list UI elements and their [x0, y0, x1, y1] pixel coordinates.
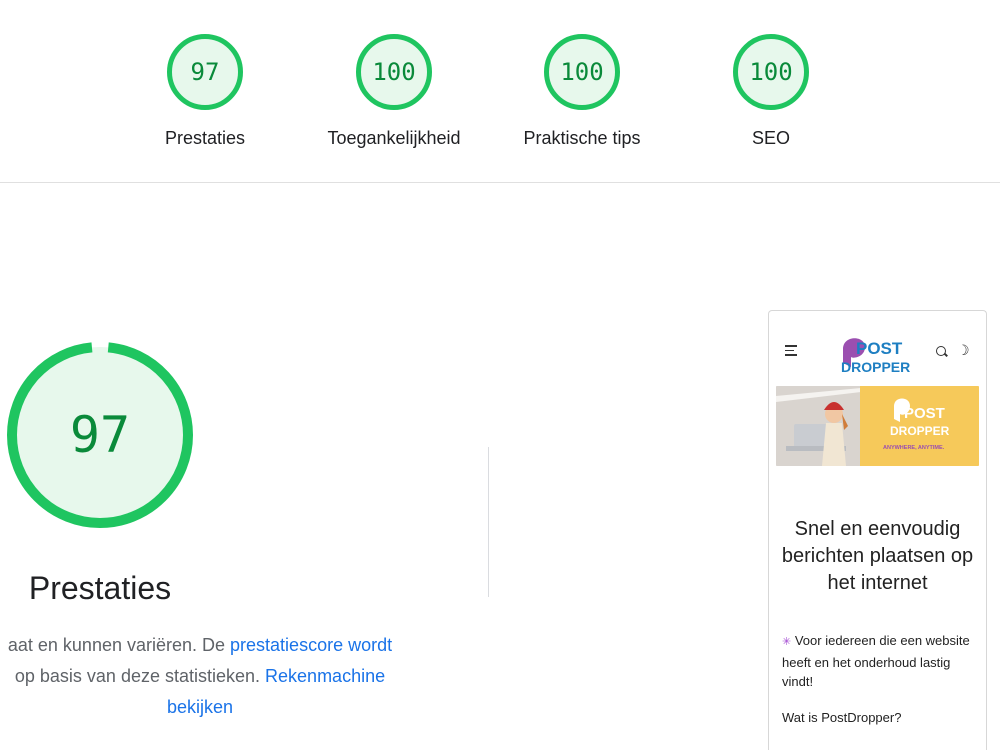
section-divider	[488, 447, 489, 597]
logo-text: POST	[856, 339, 903, 358]
final-screenshot-preview[interactable]: POST DROPPER ☽ POST DROPPER ANYWHERE, AN…	[768, 310, 987, 750]
score-ring: 100	[733, 34, 809, 110]
banner-tagline: ANYWHERE, ANYTIME.	[883, 445, 945, 451]
score-value: 100	[560, 58, 604, 86]
sparkle-icon: ✳	[782, 636, 792, 648]
category-title: Prestaties	[28, 570, 172, 606]
description-text: aat en kunnen variëren. De	[7, 635, 231, 655]
score-label: SEO	[751, 128, 790, 148]
menu-icon	[785, 345, 797, 359]
search-icon[interactable]	[936, 346, 946, 356]
score-gauge-performance[interactable]: 97 Prestaties	[120, 34, 290, 149]
score-ring: 100	[544, 34, 620, 110]
category-description: aat en kunnen variëren. De prestatiescor…	[0, 630, 440, 723]
score-ring: 97	[167, 34, 243, 110]
score-gauge-accessibility[interactable]: 100 Toegankelijkheid	[309, 34, 479, 149]
postdropper-logo: POST DROPPER	[841, 338, 910, 375]
site-header: POST DROPPER ☽	[769, 311, 986, 386]
banner-logo-text: POST	[904, 405, 945, 422]
performance-score-link[interactable]: prestatiescore wordt	[230, 635, 392, 655]
calculator-link-continued[interactable]: bekijken	[167, 697, 233, 717]
score-label: Toegankelijkheid	[327, 128, 461, 148]
site-intro-text: Voor iedereen die een website heeft en h…	[782, 633, 970, 689]
score-label: Praktische tips	[523, 128, 641, 148]
score-value: 100	[749, 58, 793, 86]
calculator-link[interactable]: Rekenmachine	[265, 666, 385, 686]
theme-toggle-icon[interactable]: ☽	[957, 342, 970, 359]
score-label: Prestaties	[164, 128, 246, 148]
performance-score-value: 97	[69, 406, 131, 464]
hero-banner: POST DROPPER ANYWHERE, ANYTIME.	[776, 386, 979, 466]
logo-text: DROPPER	[841, 359, 910, 375]
score-gauge-best-practices[interactable]: 100 Praktische tips	[497, 34, 667, 149]
score-value: 100	[372, 58, 416, 86]
site-question: Wat is PostDropper?	[782, 710, 902, 725]
site-headline: Snel en eenvoudig berichten plaatsen op …	[781, 518, 974, 594]
description-text: op basis van deze statistieken.	[14, 666, 266, 686]
site-intro: ✳ Voor iedereen die een website heeft en…	[782, 631, 977, 692]
banner-logo-text: DROPPER	[890, 424, 950, 438]
score-summary-bar: 97 Prestaties 100 Toegankelijkheid 100 P…	[0, 0, 1000, 183]
score-value: 97	[190, 58, 220, 86]
score-gauge-seo[interactable]: 100 SEO	[686, 34, 856, 149]
score-ring: 100	[356, 34, 432, 110]
